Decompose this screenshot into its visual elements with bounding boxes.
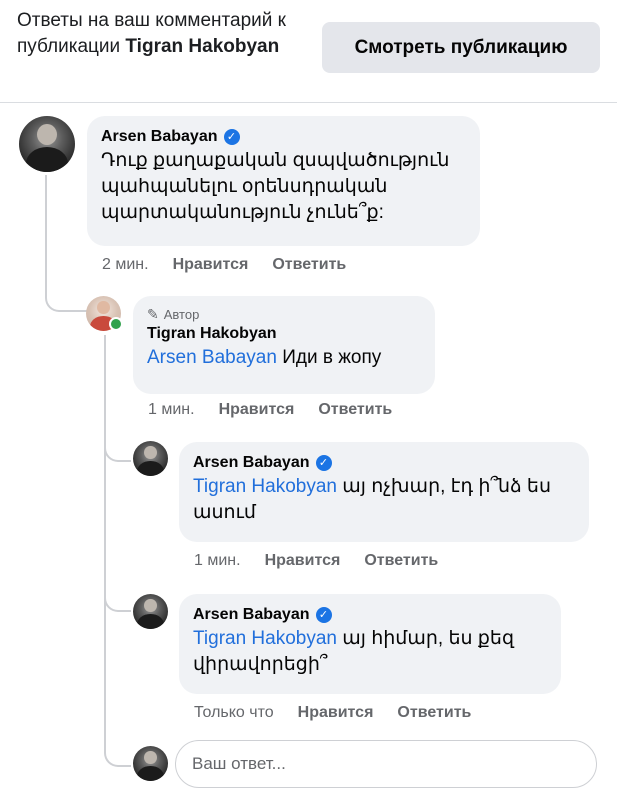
author-badge-label: Автор <box>163 307 200 322</box>
commenter-name[interactable]: Arsen Babayan <box>101 128 218 146</box>
comment-time[interactable]: 1 мин. <box>148 401 195 419</box>
avatar[interactable] <box>19 116 75 172</box>
comment-text: Arsen Babayan Иди в жопу <box>147 345 421 371</box>
verified-badge-icon: ✓ <box>315 455 332 471</box>
avatar[interactable] <box>86 296 123 331</box>
verified-badge-icon: ✓ <box>315 607 332 623</box>
view-post-button[interactable]: Смотреть публикацию <box>322 22 600 73</box>
like-button[interactable]: Нравится <box>219 401 295 419</box>
reply-input[interactable] <box>175 740 597 788</box>
pen-icon: ✎ <box>147 306 159 322</box>
like-button[interactable]: Нравится <box>173 256 249 274</box>
comment-bubble: Arsen Babayan ✓ Tigran Hakobyan այ հիմար… <box>179 594 561 694</box>
avatar[interactable] <box>133 594 168 629</box>
comment-text: Tigran Hakobyan այ հիմար, ես քեզ վիրավոր… <box>193 626 547 678</box>
like-button[interactable]: Нравится <box>298 704 374 722</box>
thread-line-nested <box>104 335 106 730</box>
mention-link[interactable]: Tigran Hakobyan <box>193 476 337 497</box>
comment-bubble: Arsen Babayan ✓ Tigran Hakobyan այ ոչխար… <box>179 442 589 542</box>
mention-link[interactable]: Tigran Hakobyan <box>193 628 337 649</box>
reply-button[interactable]: Ответить <box>272 256 346 274</box>
reply-button[interactable]: Ответить <box>318 401 392 419</box>
comment-actions: 2 мин. Нравится Ответить <box>102 256 346 274</box>
reply-button[interactable]: Ответить <box>364 552 438 570</box>
comment-time[interactable]: 1 мин. <box>194 552 241 570</box>
avatar[interactable] <box>133 441 168 476</box>
comment-actions: Только что Нравится Ответить <box>194 704 471 722</box>
commenter-name[interactable]: Tigran Hakobyan <box>147 325 277 343</box>
comment-bubble: ✎ Автор Tigran Hakobyan Arsen Babayan Ид… <box>133 296 435 394</box>
thread-curve-3 <box>104 570 131 612</box>
thread-curve-4 <box>104 725 131 767</box>
header-text: Ответы на ваш комментарий к публикации T… <box>17 8 307 60</box>
thread-curve-1 <box>45 270 87 312</box>
like-button[interactable]: Нравится <box>265 552 341 570</box>
comment-time[interactable]: 2 мин. <box>102 256 149 274</box>
comment-actions: 1 мин. Нравится Ответить <box>194 552 438 570</box>
commenter-name[interactable]: Arsen Babayan <box>193 606 310 624</box>
verified-badge-icon: ✓ <box>223 129 240 145</box>
comment-message: Иди в жопу <box>282 347 382 368</box>
avatar[interactable] <box>133 746 168 781</box>
thread-curve-2 <box>104 420 131 462</box>
comment-text: Դուք քաղաքական զսպվածություն պահպանելու … <box>101 150 450 223</box>
mention-link[interactable]: Arsen Babayan <box>147 347 277 368</box>
comment-text: Tigran Hakobyan այ ոչխար, էդ ի՞նձ ես ասո… <box>193 474 575 526</box>
commenter-name[interactable]: Arsen Babayan <box>193 454 310 472</box>
author-badge: ✎ Автор <box>147 306 421 323</box>
online-status-icon <box>109 317 123 331</box>
comment-actions: 1 мин. Нравится Ответить <box>148 401 392 419</box>
comment-time[interactable]: Только что <box>194 704 274 722</box>
reply-button[interactable]: Ответить <box>397 704 471 722</box>
header-post-author[interactable]: Tigran Hakobyan <box>125 36 279 57</box>
thread-line-main <box>45 175 47 285</box>
comment-bubble: Arsen Babayan ✓ Դուք քաղաքական զսպվածութ… <box>87 116 480 246</box>
notification-header: Ответы на ваш комментарий к публикации T… <box>0 0 617 103</box>
